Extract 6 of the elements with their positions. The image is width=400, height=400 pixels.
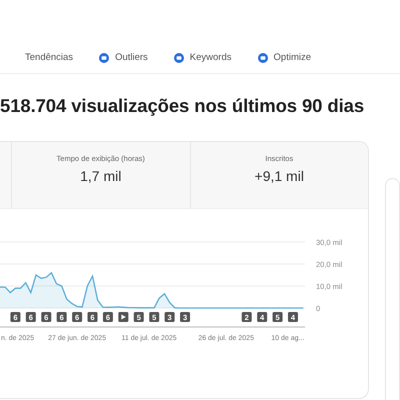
views-heading: 518.704 visualizações nos últimos 90 dias (0, 95, 366, 117)
nav-tab[interactable]: Keywords (174, 52, 232, 63)
nav-tab[interactable]: Tendências (25, 52, 74, 63)
nav-tab[interactable]: Outliers (99, 52, 148, 63)
event-marker[interactable] (118, 312, 128, 322)
nav-tab[interactable]: Optimize (258, 52, 311, 63)
